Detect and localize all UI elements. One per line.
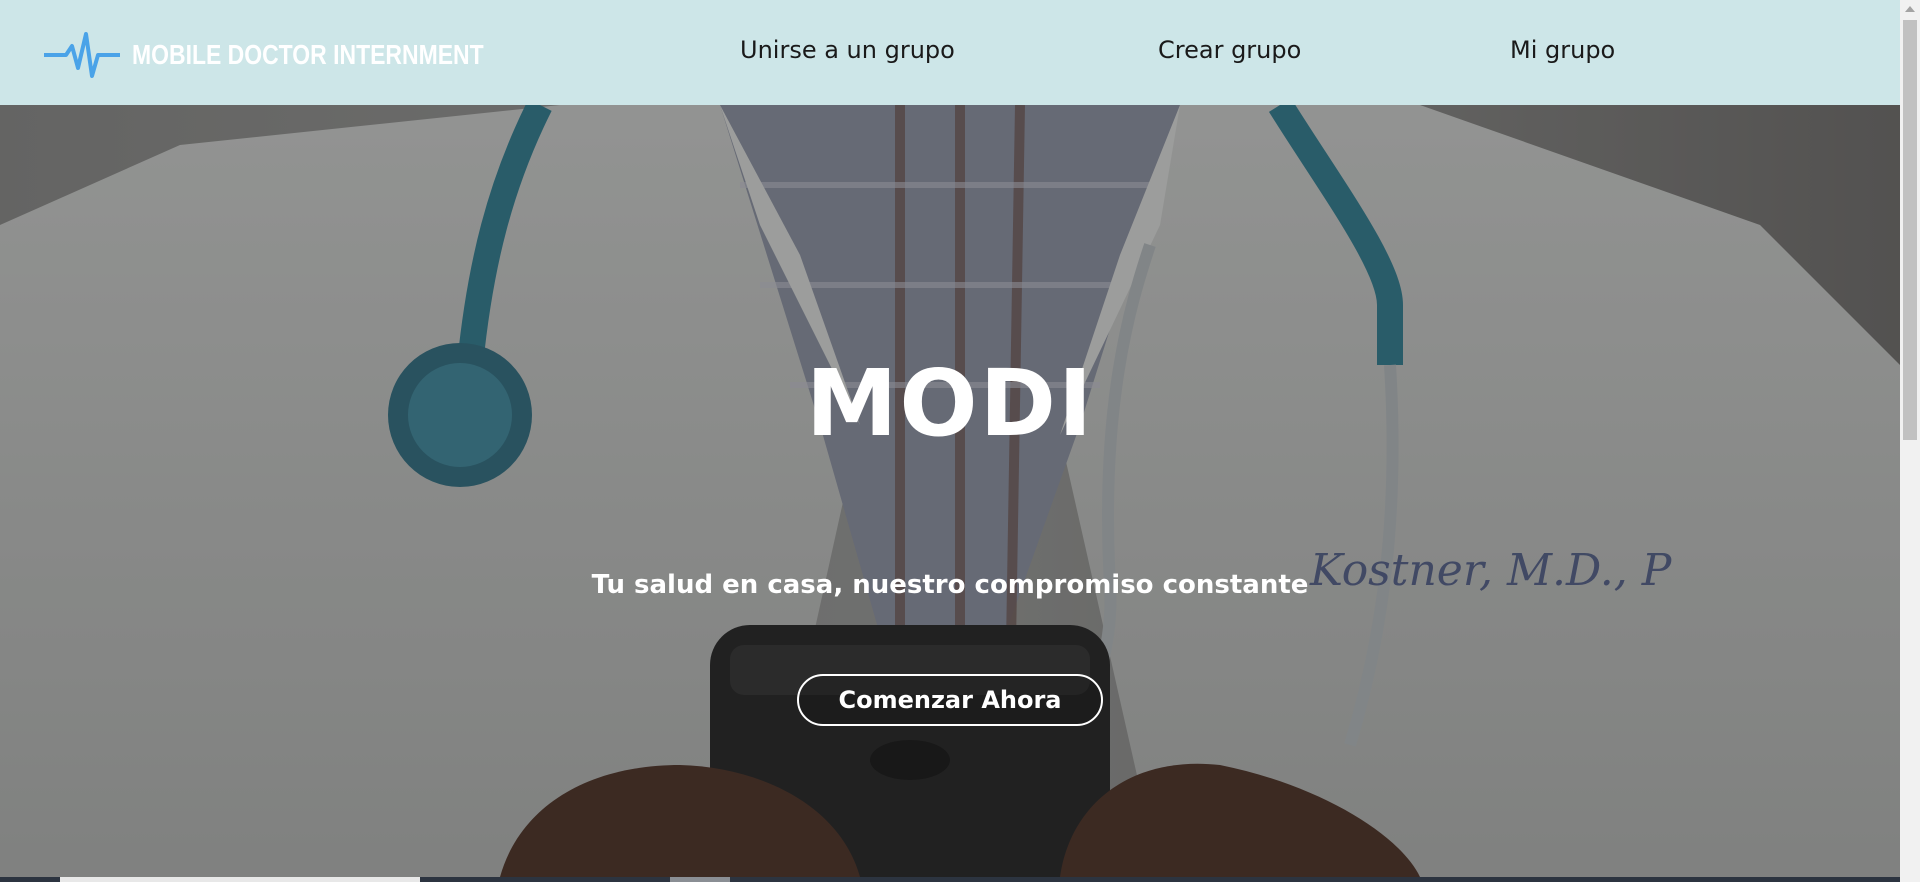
brand-name: MOBILE DOCTOR INTERNMENT [132, 39, 484, 70]
hero-title: MODI [805, 350, 1095, 457]
hero-dark-overlay [0, 105, 1900, 877]
bottom-edge-bar [0, 877, 1900, 882]
top-navbar: MOBILE DOCTOR INTERNMENT Unirse a un gru… [0, 0, 1900, 105]
nav-create-group-link[interactable]: Crear grupo [1158, 36, 1301, 64]
vertical-scrollbar[interactable] [1900, 0, 1920, 882]
scrollbar-thumb[interactable] [1903, 20, 1917, 440]
nav-my-group-link[interactable]: Mi grupo [1510, 36, 1615, 64]
bottom-edge-segment [60, 877, 420, 882]
heartbeat-icon [44, 32, 120, 78]
bottom-edge-segment [670, 877, 730, 882]
nav-join-group-link[interactable]: Unirse a un grupo [740, 36, 955, 64]
hero-subtitle: Tu salud en casa, nuestro compromiso con… [591, 570, 1309, 600]
scroll-up-arrow-icon[interactable] [1905, 6, 1915, 12]
start-now-button[interactable]: Comenzar Ahora [797, 674, 1103, 726]
brand-logo[interactable]: MOBILE DOCTOR INTERNMENT [44, 30, 561, 80]
hero-section: Kostner, M.D., P MODI Tu salud en casa, … [0, 105, 1900, 877]
